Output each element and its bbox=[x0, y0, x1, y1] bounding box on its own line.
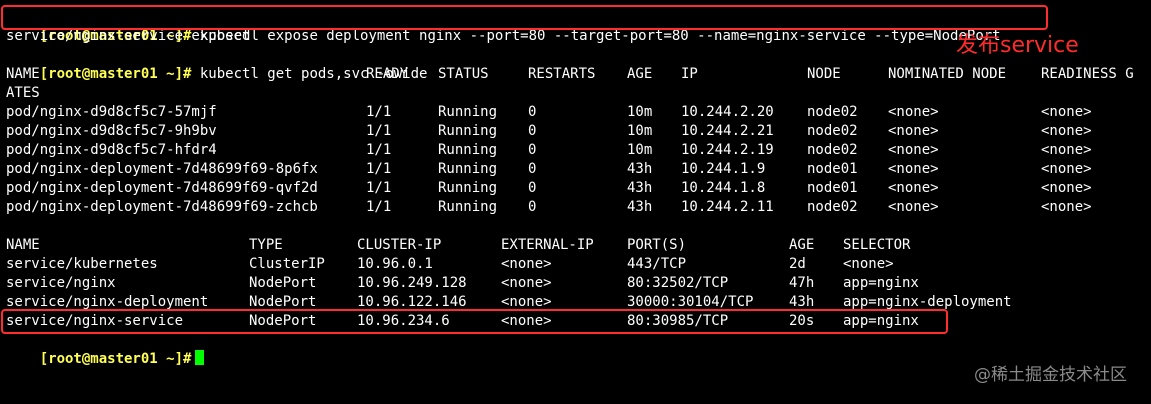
pods-header-status: STATUS bbox=[438, 66, 489, 82]
pod-ready: 1/1 bbox=[366, 123, 392, 139]
terminal-window[interactable]: [root@master01 ~]# kubectl expose deploy… bbox=[0, 0, 1151, 404]
pod-status: Running bbox=[438, 161, 498, 177]
pod-restarts: 0 bbox=[528, 123, 537, 139]
pod-restarts: 0 bbox=[528, 180, 537, 196]
pod-status: Running bbox=[438, 104, 498, 120]
pod-name: pod/nginx-deployment-7d48699f69-qvf2d bbox=[6, 180, 318, 196]
svc-age: 2d bbox=[789, 256, 806, 272]
shell-prompt: [root@master01 ~]# bbox=[39, 66, 192, 82]
pod-name: pod/nginx-d9d8cf5c7-9h9bv bbox=[6, 123, 217, 139]
pod-node: node02 bbox=[807, 104, 858, 120]
pod-age: 43h bbox=[627, 161, 653, 177]
pods-header-ip: IP bbox=[681, 66, 698, 82]
pod-node: node02 bbox=[807, 142, 858, 158]
pod-name: pod/nginx-d9d8cf5c7-hfdr4 bbox=[6, 142, 217, 158]
pods-header-age: AGE bbox=[627, 66, 653, 82]
pod-age: 43h bbox=[627, 199, 653, 215]
pod-ip: 10.244.2.20 bbox=[681, 104, 774, 120]
pods-header-name: NAME bbox=[6, 66, 40, 82]
pod-readiness-gates: <none> bbox=[1041, 180, 1092, 196]
svc-header-cluster-ip: CLUSTER-IP bbox=[357, 237, 442, 253]
annotation-label: 发布service bbox=[956, 33, 1079, 58]
watermark: @稀土掘金技术社区 bbox=[974, 365, 1127, 385]
pod-restarts: 0 bbox=[528, 199, 537, 215]
pod-restarts: 0 bbox=[528, 161, 537, 177]
pod-ready: 1/1 bbox=[366, 180, 392, 196]
pod-nominated-node: <none> bbox=[888, 142, 939, 158]
pod-ip: 10.244.1.8 bbox=[681, 180, 766, 196]
pods-header-wrap: ATES bbox=[6, 85, 40, 101]
pod-name: pod/nginx-deployment-7d48699f69-8p6fx bbox=[6, 161, 318, 177]
pod-ready: 1/1 bbox=[366, 161, 392, 177]
pod-restarts: 0 bbox=[528, 142, 537, 158]
pod-readiness-gates: <none> bbox=[1041, 161, 1092, 177]
pod-status: Running bbox=[438, 123, 498, 139]
pod-nominated-node: <none> bbox=[888, 180, 939, 196]
pod-readiness-gates: <none> bbox=[1041, 123, 1092, 139]
pod-age: 10m bbox=[627, 104, 653, 120]
pod-age: 10m bbox=[627, 142, 653, 158]
pod-node: node02 bbox=[807, 123, 858, 139]
svc-ports: 443/TCP bbox=[627, 256, 687, 272]
command-line-get: [root@master01 ~]# kubectl get pods,svc … bbox=[6, 46, 428, 82]
svc-selector: app=nginx bbox=[843, 275, 919, 291]
pod-restarts: 0 bbox=[528, 104, 537, 120]
svc-type: NodePort bbox=[249, 275, 317, 291]
pods-header-readiness-gates: READINESS G bbox=[1041, 66, 1134, 82]
pod-node: node01 bbox=[807, 180, 858, 196]
pod-node: node02 bbox=[807, 199, 858, 215]
pods-header-restarts: RESTARTS bbox=[528, 66, 596, 82]
svc-header-selector: SELECTOR bbox=[843, 237, 911, 253]
pod-nominated-node: <none> bbox=[888, 104, 939, 120]
svc-header-external-ip: EXTERNAL-IP bbox=[501, 237, 594, 253]
pod-nominated-node: <none> bbox=[888, 199, 939, 215]
pod-age: 43h bbox=[627, 180, 653, 196]
highlight-box-command bbox=[1, 5, 1048, 30]
pod-age: 10m bbox=[627, 123, 653, 139]
pod-status: Running bbox=[438, 142, 498, 158]
svc-age: 47h bbox=[789, 275, 815, 291]
pod-status: Running bbox=[438, 199, 498, 215]
pod-ready: 1/1 bbox=[366, 104, 392, 120]
pod-ip: 10.244.2.19 bbox=[681, 142, 774, 158]
svc-header-name: NAME bbox=[6, 237, 40, 253]
pod-node: node01 bbox=[807, 161, 858, 177]
pod-ready: 1/1 bbox=[366, 199, 392, 215]
pod-readiness-gates: <none> bbox=[1041, 104, 1092, 120]
pod-ip: 10.244.2.21 bbox=[681, 123, 774, 139]
command-text: kubectl expose deployment nginx --port=8… bbox=[199, 28, 1001, 44]
text-cursor bbox=[195, 350, 205, 365]
svc-selector: <none> bbox=[843, 256, 894, 272]
shell-prompt: [root@master01 ~]# bbox=[39, 351, 192, 367]
svc-external-ip: <none> bbox=[501, 256, 552, 272]
svc-cluster-ip: 10.96.249.128 bbox=[357, 275, 467, 291]
pod-nominated-node: <none> bbox=[888, 123, 939, 139]
svc-cluster-ip: 10.96.0.1 bbox=[357, 256, 433, 272]
pod-name: pod/nginx-deployment-7d48699f69-zchcb bbox=[6, 199, 318, 215]
pod-ready: 1/1 bbox=[366, 142, 392, 158]
svc-header-ports: PORT(S) bbox=[627, 237, 687, 253]
pods-header-nominated-node: NOMINATED NODE bbox=[888, 66, 1007, 82]
pod-readiness-gates: <none> bbox=[1041, 199, 1092, 215]
svc-ports: 80:32502/TCP bbox=[627, 275, 729, 291]
svc-name: service/nginx bbox=[6, 275, 116, 291]
svc-type: ClusterIP bbox=[249, 256, 325, 272]
svc-header-type: TYPE bbox=[249, 237, 283, 253]
highlight-box-service-row bbox=[1, 309, 948, 334]
pod-readiness-gates: <none> bbox=[1041, 142, 1092, 158]
pods-header-ready: READY bbox=[366, 66, 409, 82]
svc-external-ip: <none> bbox=[501, 275, 552, 291]
pods-header-node: NODE bbox=[807, 66, 841, 82]
pod-status: Running bbox=[438, 180, 498, 196]
pod-nominated-node: <none> bbox=[888, 161, 939, 177]
pod-ip: 10.244.1.9 bbox=[681, 161, 766, 177]
svc-header-age: AGE bbox=[789, 237, 815, 253]
pod-ip: 10.244.2.11 bbox=[681, 199, 774, 215]
svc-name: service/kubernetes bbox=[6, 256, 158, 272]
pod-name: pod/nginx-d9d8cf5c7-57mjf bbox=[6, 104, 217, 120]
